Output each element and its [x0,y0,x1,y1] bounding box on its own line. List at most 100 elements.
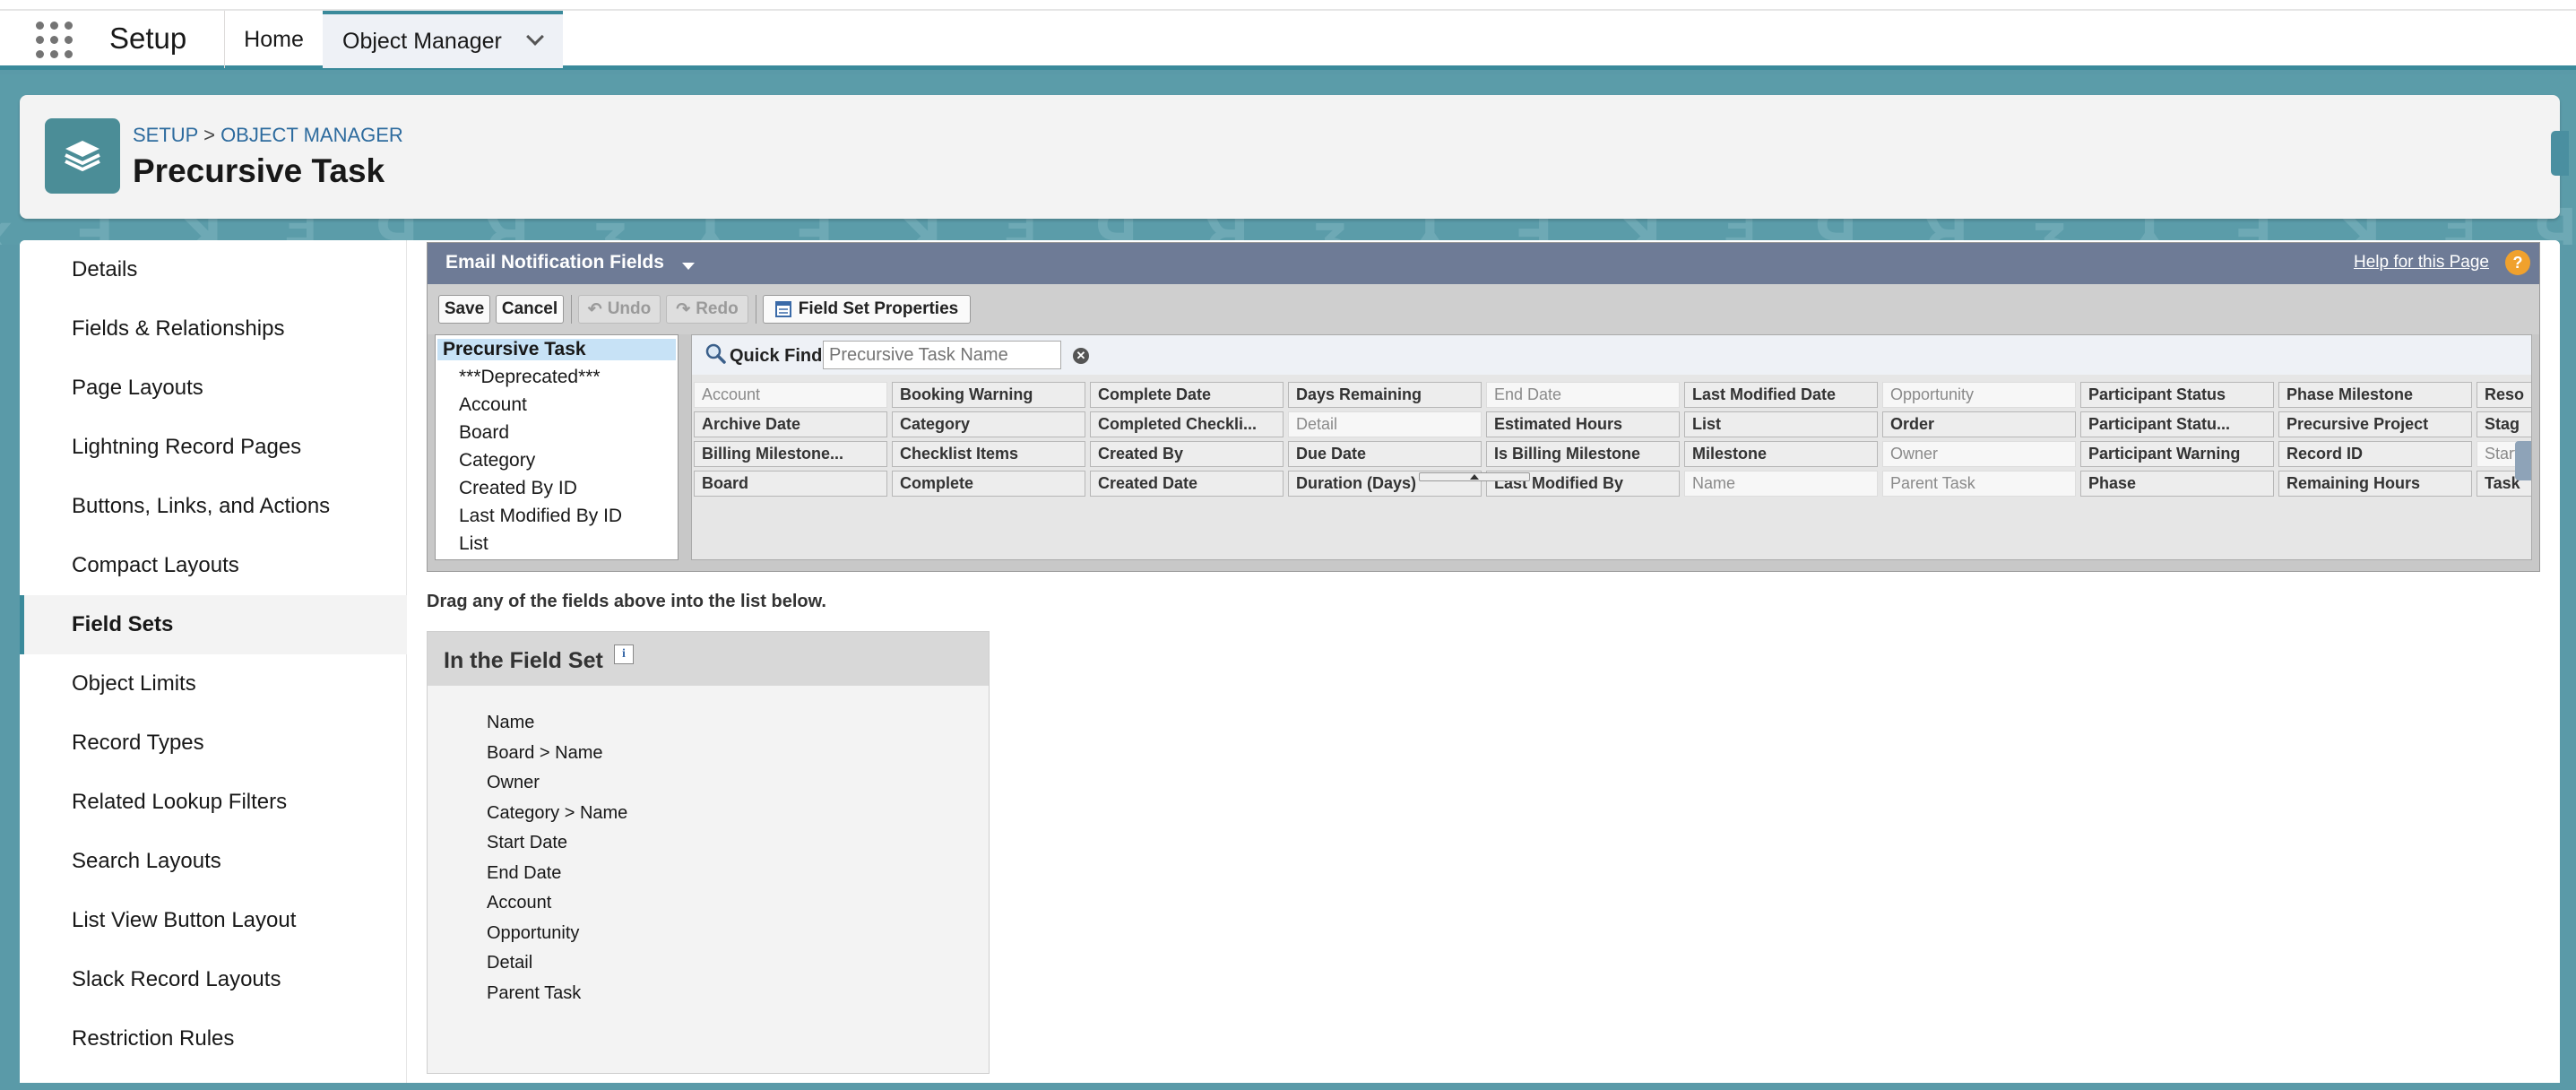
object-list-item[interactable]: ***Deprecated*** [459,367,601,388]
field-tile[interactable]: List [1684,411,1878,437]
object-sidebar: Details Fields & Relationships Page Layout… [20,240,407,1083]
field-tile[interactable]: Participant Statu... [2080,411,2274,437]
save-button[interactable]: Save [438,295,490,324]
field-tile[interactable]: Created By [1090,441,1284,467]
sidebar-item-record-types[interactable]: Record Types [20,714,407,773]
sidebar-item-related-lookup-filters[interactable]: Related Lookup Filters [20,773,407,832]
field-tile[interactable]: Reso [2477,382,2531,408]
field-tile[interactable]: Record ID [2278,441,2472,467]
clear-search-icon[interactable]: ✕ [1073,348,1089,364]
sidebar-item-list-view-button-layout[interactable]: List View Button Layout [20,891,407,950]
field-tile[interactable]: End Date [1486,382,1680,408]
object-list-item[interactable]: Last Modified By ID [459,506,622,527]
palette-title[interactable]: Email Notification Fields [445,252,664,273]
field-tile[interactable]: Days Remaining [1288,382,1482,408]
sidebar-item-search-layouts[interactable]: Search Layouts [20,832,407,891]
object-list[interactable]: Precursive Task ***Deprecated*** Account Bo… [435,334,679,560]
field-tile[interactable]: Is Billing Milestone [1486,441,1680,467]
sidebar-item-buttons-links-and-actions[interactable]: Buttons, Links, and Actions [20,477,407,536]
object-list-item[interactable]: Precursive Task [437,339,676,360]
help-icon[interactable]: ? [2505,250,2530,275]
field-set-drop-zone[interactable]: In the Field Set i Name Board > Name Owner… [427,631,990,1074]
breadcrumb-object-manager-link[interactable]: OBJECT MANAGER [220,124,403,146]
side-panel-toggle[interactable] [2551,131,2569,176]
field-set-item[interactable]: Detail [487,953,532,973]
field-tile[interactable]: Owner [1882,441,2076,467]
field-tile[interactable]: Participant Warning [2080,441,2274,467]
page-title: Precursive Task [133,152,385,189]
field-tile[interactable]: Complete Date [1090,382,1284,408]
field-set-item[interactable]: Category > Name [487,803,627,824]
caret-down-icon[interactable] [682,263,695,270]
field-set-item[interactable]: Owner [487,773,540,793]
layers-icon [45,118,120,194]
field-tile[interactable]: Last Modified Date [1684,382,1878,408]
field-tile[interactable]: Detail [1288,411,1482,437]
help-link[interactable]: Help for this Page [2354,253,2489,272]
field-tile[interactable]: Created Date [1090,471,1284,497]
field-set-item[interactable]: Account [487,893,551,913]
field-tile[interactable]: Account [694,382,887,408]
field-set-item[interactable]: Parent Task [487,983,581,1004]
field-set-properties-button[interactable]: Field Set Properties [763,295,971,324]
field-tile[interactable]: Phase Milestone [2278,382,2472,408]
global-header: Setup Home Object Manager [0,0,2576,70]
sidebar-item-fields-relationships[interactable]: Fields & Relationships [20,299,407,359]
chevron-down-icon[interactable] [526,28,544,46]
field-tile[interactable]: Complete [892,471,1085,497]
field-tile[interactable]: Milestone [1684,441,1878,467]
nav-tab-object-manager[interactable]: Object Manager [323,11,563,68]
field-tile[interactable]: Parent Task [1882,471,2076,497]
field-tile[interactable]: Phase [2080,471,2274,497]
palette-body: Precursive Task ***Deprecated*** Account Bo… [435,334,2532,564]
undo-button[interactable]: ↶ Undo [578,295,661,324]
field-tile[interactable]: Precursive Project [2278,411,2472,437]
nav-tab-home[interactable]: Home [224,11,323,68]
field-tile[interactable]: Order [1882,411,2076,437]
field-tile[interactable]: Billing Milestone... [694,441,887,467]
sidebar-item-slack-record-layouts[interactable]: Slack Record Layouts [20,950,407,1009]
breadcrumb-setup-link[interactable]: SETUP [133,124,198,146]
field-tile[interactable]: Participant Status [2080,382,2274,408]
field-set-item[interactable]: Name [487,713,534,733]
field-tile[interactable]: Completed Checkli... [1090,411,1284,437]
cancel-button[interactable]: Cancel [496,295,564,324]
field-tile[interactable]: Archive Date [694,411,887,437]
sidebar-item-lightning-record-pages[interactable]: Lightning Record Pages [20,418,407,477]
field-tile[interactable]: Opportunity [1882,382,2076,408]
field-set-item[interactable]: End Date [487,863,561,884]
object-list-item[interactable]: Account [459,394,527,416]
sidebar-item-field-sets[interactable]: Field Sets [20,595,407,654]
object-list-item[interactable]: List [459,533,488,555]
redo-button[interactable]: ↷ Redo [666,295,748,324]
nav-tab-object-manager-label: Object Manager [342,28,502,54]
app-launcher-icon[interactable] [36,22,73,59]
field-tile[interactable]: Stag [2477,411,2531,437]
undo-label: Undo [607,299,652,318]
field-set-item[interactable]: Board > Name [487,743,603,764]
field-tile[interactable]: Estimated Hours [1486,411,1680,437]
scroll-right-handle[interactable] [2515,441,2531,480]
field-tile[interactable]: Due Date [1288,441,1482,467]
quick-find-input[interactable] [823,341,1061,369]
object-list-item[interactable]: Category [459,450,535,471]
field-tile[interactable]: Category [892,411,1085,437]
sidebar-item-restriction-rules[interactable]: Restriction Rules [20,1009,407,1068]
field-set-item[interactable]: Opportunity [487,923,579,944]
sidebar-item-page-layouts[interactable]: Page Layouts [20,359,407,418]
field-tile[interactable]: Remaining Hours [2278,471,2472,497]
toolbar-divider [571,295,572,324]
collapse-palette-handle[interactable] [1419,472,1530,481]
field-set-item[interactable]: Start Date [487,833,567,853]
field-tile[interactable]: Checklist Items [892,441,1085,467]
available-fields-grid: Account Booking Warning Complete Date Days … [692,382,2531,557]
sidebar-item-compact-layouts[interactable]: Compact Layouts [20,536,407,595]
field-tile[interactable]: Board [694,471,887,497]
object-list-item[interactable]: Created By ID [459,478,577,499]
sidebar-item-details[interactable]: Details [20,240,407,299]
sidebar-item-object-limits[interactable]: Object Limits [20,654,407,714]
field-tile[interactable]: Name [1684,471,1878,497]
field-tile[interactable]: Booking Warning [892,382,1085,408]
info-icon[interactable]: i [614,644,634,664]
object-list-item[interactable]: Board [459,422,509,444]
